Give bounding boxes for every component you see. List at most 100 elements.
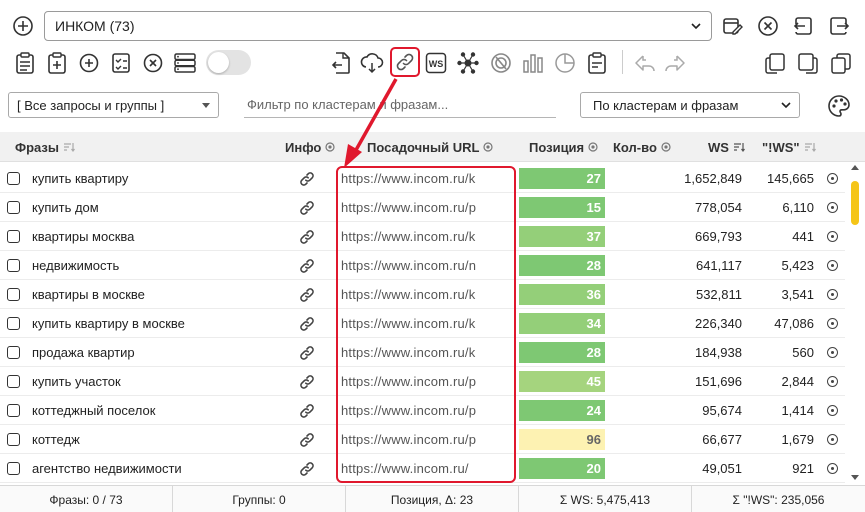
delete-project-icon[interactable] (755, 13, 781, 39)
scroll-up-icon[interactable] (851, 165, 859, 170)
redo-icon[interactable] (662, 50, 688, 76)
table-row[interactable]: купить квартиру в москве https://www.inco… (0, 309, 845, 338)
footer-groups: Группы: 0 (173, 486, 346, 512)
checklist-icon[interactable] (108, 50, 134, 76)
row-position: 28 (519, 342, 605, 363)
link-icon[interactable] (299, 461, 315, 480)
row-checkbox[interactable] (7, 346, 20, 359)
table-row[interactable]: коттеджный поселок https://www.incom.ru/p… (0, 396, 845, 425)
col-phrase[interactable]: Фразы (15, 132, 75, 162)
bar-chart-icon[interactable] (520, 50, 546, 76)
row-target-icon[interactable] (827, 173, 838, 184)
paste-icon[interactable] (795, 50, 821, 76)
scroll-down-icon[interactable] (851, 475, 859, 480)
cluster-phrase-filter-input[interactable] (244, 92, 556, 118)
row-url[interactable]: https://www.incom.ru/p (341, 425, 513, 454)
row-checkbox[interactable] (7, 288, 20, 301)
row-checkbox[interactable] (7, 433, 20, 446)
group-filter-select[interactable]: [ Все запросы и группы ] (8, 92, 219, 118)
row-checkbox[interactable] (7, 201, 20, 214)
export-icon[interactable] (826, 13, 852, 39)
scroll-thumb[interactable] (851, 181, 859, 225)
row-xws: 1,679 (781, 432, 814, 447)
add-project-icon[interactable] (10, 13, 36, 39)
row-url[interactable]: https://www.incom.ru/p (341, 396, 513, 425)
link-icon[interactable] (299, 345, 315, 364)
row-url[interactable]: https://www.incom.ru/p (341, 367, 513, 396)
link-icon[interactable] (299, 287, 315, 306)
link-icon[interactable] (299, 403, 315, 422)
row-target-icon[interactable] (827, 260, 838, 271)
row-checkbox[interactable] (7, 404, 20, 417)
competitors-icon[interactable] (488, 50, 514, 76)
row-checkbox[interactable] (7, 317, 20, 330)
link-icon[interactable] (299, 200, 315, 219)
table-row[interactable]: коттедж https://www.incom.ru/p 96 66,677 1,6… (0, 425, 845, 454)
sort-mode-select[interactable]: По кластерам и фразам (580, 92, 800, 118)
add-circle-icon[interactable] (76, 50, 102, 76)
row-url[interactable]: https://www.incom.ru/n (341, 251, 513, 280)
row-target-icon[interactable] (827, 405, 838, 416)
toolbar-separator (622, 50, 623, 74)
row-url[interactable]: https://www.incom.ru/k (341, 164, 513, 193)
row-url[interactable]: https://www.incom.ru/ (341, 454, 513, 483)
col-ws[interactable]: WS (708, 132, 745, 162)
row-target-icon[interactable] (827, 318, 838, 329)
table-row[interactable]: недвижимость https://www.incom.ru/n 28 641,… (0, 251, 845, 280)
row-url[interactable]: https://www.incom.ru/k (341, 309, 513, 338)
link-icon[interactable] (299, 374, 315, 393)
row-target-icon[interactable] (827, 289, 838, 300)
row-target-icon[interactable] (827, 202, 838, 213)
clipboard-report-icon[interactable] (584, 50, 610, 76)
link-icon[interactable] (299, 171, 315, 190)
ws-icon[interactable]: WS (423, 50, 449, 76)
palette-icon[interactable] (826, 93, 852, 119)
row-checkbox[interactable] (7, 230, 20, 243)
col-info[interactable]: Инфо (285, 132, 335, 162)
row-checkbox[interactable] (7, 259, 20, 272)
link-icon[interactable] (299, 258, 315, 277)
cloud-sync-icon[interactable] (359, 50, 385, 76)
import-icon[interactable] (790, 13, 816, 39)
copy-icon[interactable] (762, 50, 788, 76)
duplicate-icon[interactable] (828, 50, 854, 76)
col-qty[interactable]: Кол-во (613, 132, 671, 162)
link-icon[interactable] (299, 229, 315, 248)
row-url[interactable]: https://www.incom.ru/k (341, 222, 513, 251)
table-row[interactable]: купить квартиру https://www.incom.ru/k 27 1… (0, 164, 845, 193)
project-select[interactable]: ИНКОМ (73) (44, 11, 712, 41)
table-row[interactable]: квартиры москва https://www.incom.ru/k 37 6… (0, 222, 845, 251)
row-checkbox[interactable] (7, 375, 20, 388)
row-target-icon[interactable] (827, 434, 838, 445)
row-target-icon[interactable] (827, 231, 838, 242)
database-icon[interactable] (172, 50, 198, 76)
col-xws[interactable]: "!WS" (762, 132, 816, 162)
pie-chart-icon[interactable] (552, 50, 578, 76)
undo-icon[interactable] (632, 50, 658, 76)
link-icon[interactable] (299, 316, 315, 335)
document-import-icon[interactable] (328, 50, 354, 76)
table-row[interactable]: продажа квартир https://www.incom.ru/k 28 1… (0, 338, 845, 367)
edit-project-icon[interactable] (719, 13, 745, 39)
clipboard-add-icon[interactable] (44, 50, 70, 76)
table-row[interactable]: купить дом https://www.incom.ru/p 15 778,05… (0, 193, 845, 222)
vertical-scrollbar[interactable] (848, 165, 862, 482)
col-url[interactable]: Посадочный URL (367, 132, 494, 162)
link-icon[interactable] (299, 432, 315, 451)
mode-toggle[interactable] (206, 50, 251, 75)
cluster-network-icon[interactable] (455, 50, 481, 76)
row-url[interactable]: https://www.incom.ru/p (341, 193, 513, 222)
remove-circle-icon[interactable] (140, 50, 166, 76)
row-checkbox[interactable] (7, 172, 20, 185)
row-target-icon[interactable] (827, 347, 838, 358)
col-position[interactable]: Позиция (529, 132, 598, 162)
table-row[interactable]: квартиры в москве https://www.incom.ru/k 3… (0, 280, 845, 309)
clipboard-list-icon[interactable] (12, 50, 38, 76)
row-checkbox[interactable] (7, 462, 20, 475)
row-url[interactable]: https://www.incom.ru/k (341, 280, 513, 309)
table-row[interactable]: агентство недвижимости https://www.incom.… (0, 454, 845, 483)
row-target-icon[interactable] (827, 376, 838, 387)
row-target-icon[interactable] (827, 463, 838, 474)
table-row[interactable]: купить участок https://www.incom.ru/p 45 15… (0, 367, 845, 396)
row-url[interactable]: https://www.incom.ru/k (341, 338, 513, 367)
